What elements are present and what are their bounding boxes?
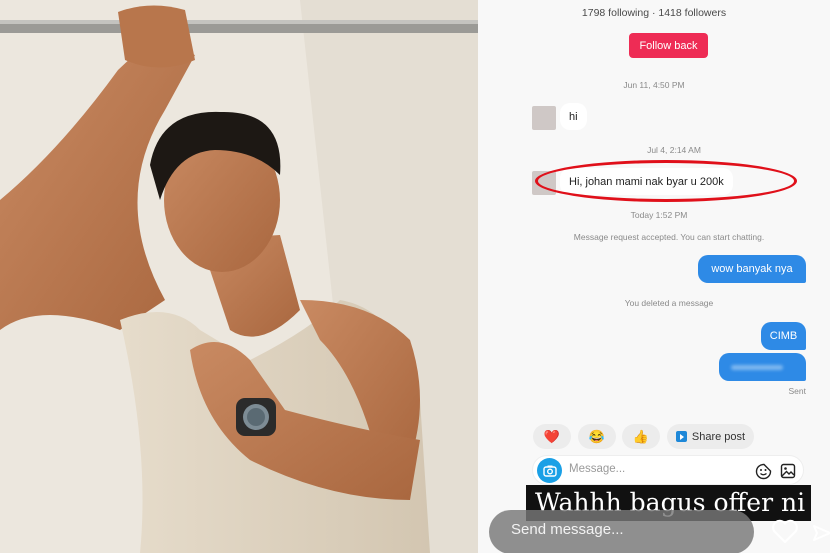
laugh-emoji: 😂 bbox=[588, 428, 606, 444]
camera-button[interactable] bbox=[537, 458, 562, 483]
avatar[interactable] bbox=[532, 106, 556, 130]
thumbs-up-emoji: 👍 bbox=[632, 428, 650, 444]
blurred-message bbox=[719, 353, 806, 381]
message-composer bbox=[532, 455, 804, 485]
chat-panel: 1798 following · 1418 followers Follow b… bbox=[478, 0, 830, 553]
sticker-button[interactable] bbox=[754, 462, 772, 480]
profile-photo bbox=[0, 0, 478, 553]
heart-icon bbox=[772, 519, 798, 544]
sent-status: Sent bbox=[788, 386, 807, 396]
incoming-message: hi bbox=[560, 103, 587, 130]
quick-reply-heart[interactable]: ❤️ bbox=[533, 424, 571, 449]
system-message: Message request accepted. You can start … bbox=[573, 232, 765, 242]
share-post-label: Share post bbox=[691, 430, 746, 443]
man-photo-illustration bbox=[0, 0, 478, 553]
send-message-input[interactable] bbox=[511, 521, 731, 538]
quick-reply-laugh[interactable]: 😂 bbox=[578, 424, 616, 449]
timestamp: Jul 4, 2:14 AM bbox=[647, 145, 701, 155]
play-icon bbox=[675, 431, 687, 442]
timestamp: Today 1:52 PM bbox=[630, 210, 688, 220]
camera-icon bbox=[542, 465, 557, 477]
image-icon bbox=[780, 463, 796, 479]
share-post-button[interactable]: Share post bbox=[667, 424, 754, 449]
outgoing-message: CIMB bbox=[761, 322, 806, 350]
image-button[interactable] bbox=[779, 462, 797, 480]
send-message-bar bbox=[489, 510, 754, 553]
heart-emoji: ❤️ bbox=[543, 428, 561, 444]
follow-back-button[interactable]: Follow back bbox=[629, 33, 708, 58]
quick-reply-thumb[interactable]: 👍 bbox=[622, 424, 660, 449]
highlight-circle bbox=[535, 160, 797, 202]
system-message: You deleted a message bbox=[624, 298, 714, 308]
like-button[interactable] bbox=[770, 516, 800, 546]
timestamp: Jun 11, 4:50 PM bbox=[623, 80, 685, 90]
share-button[interactable] bbox=[812, 518, 830, 548]
share-arrow-icon bbox=[813, 525, 830, 541]
follow-stats: 1798 following · 1418 followers bbox=[581, 7, 727, 19]
outgoing-message: wow banyak nya bbox=[698, 255, 806, 283]
sticker-icon bbox=[755, 463, 771, 479]
message-input[interactable] bbox=[569, 463, 739, 475]
